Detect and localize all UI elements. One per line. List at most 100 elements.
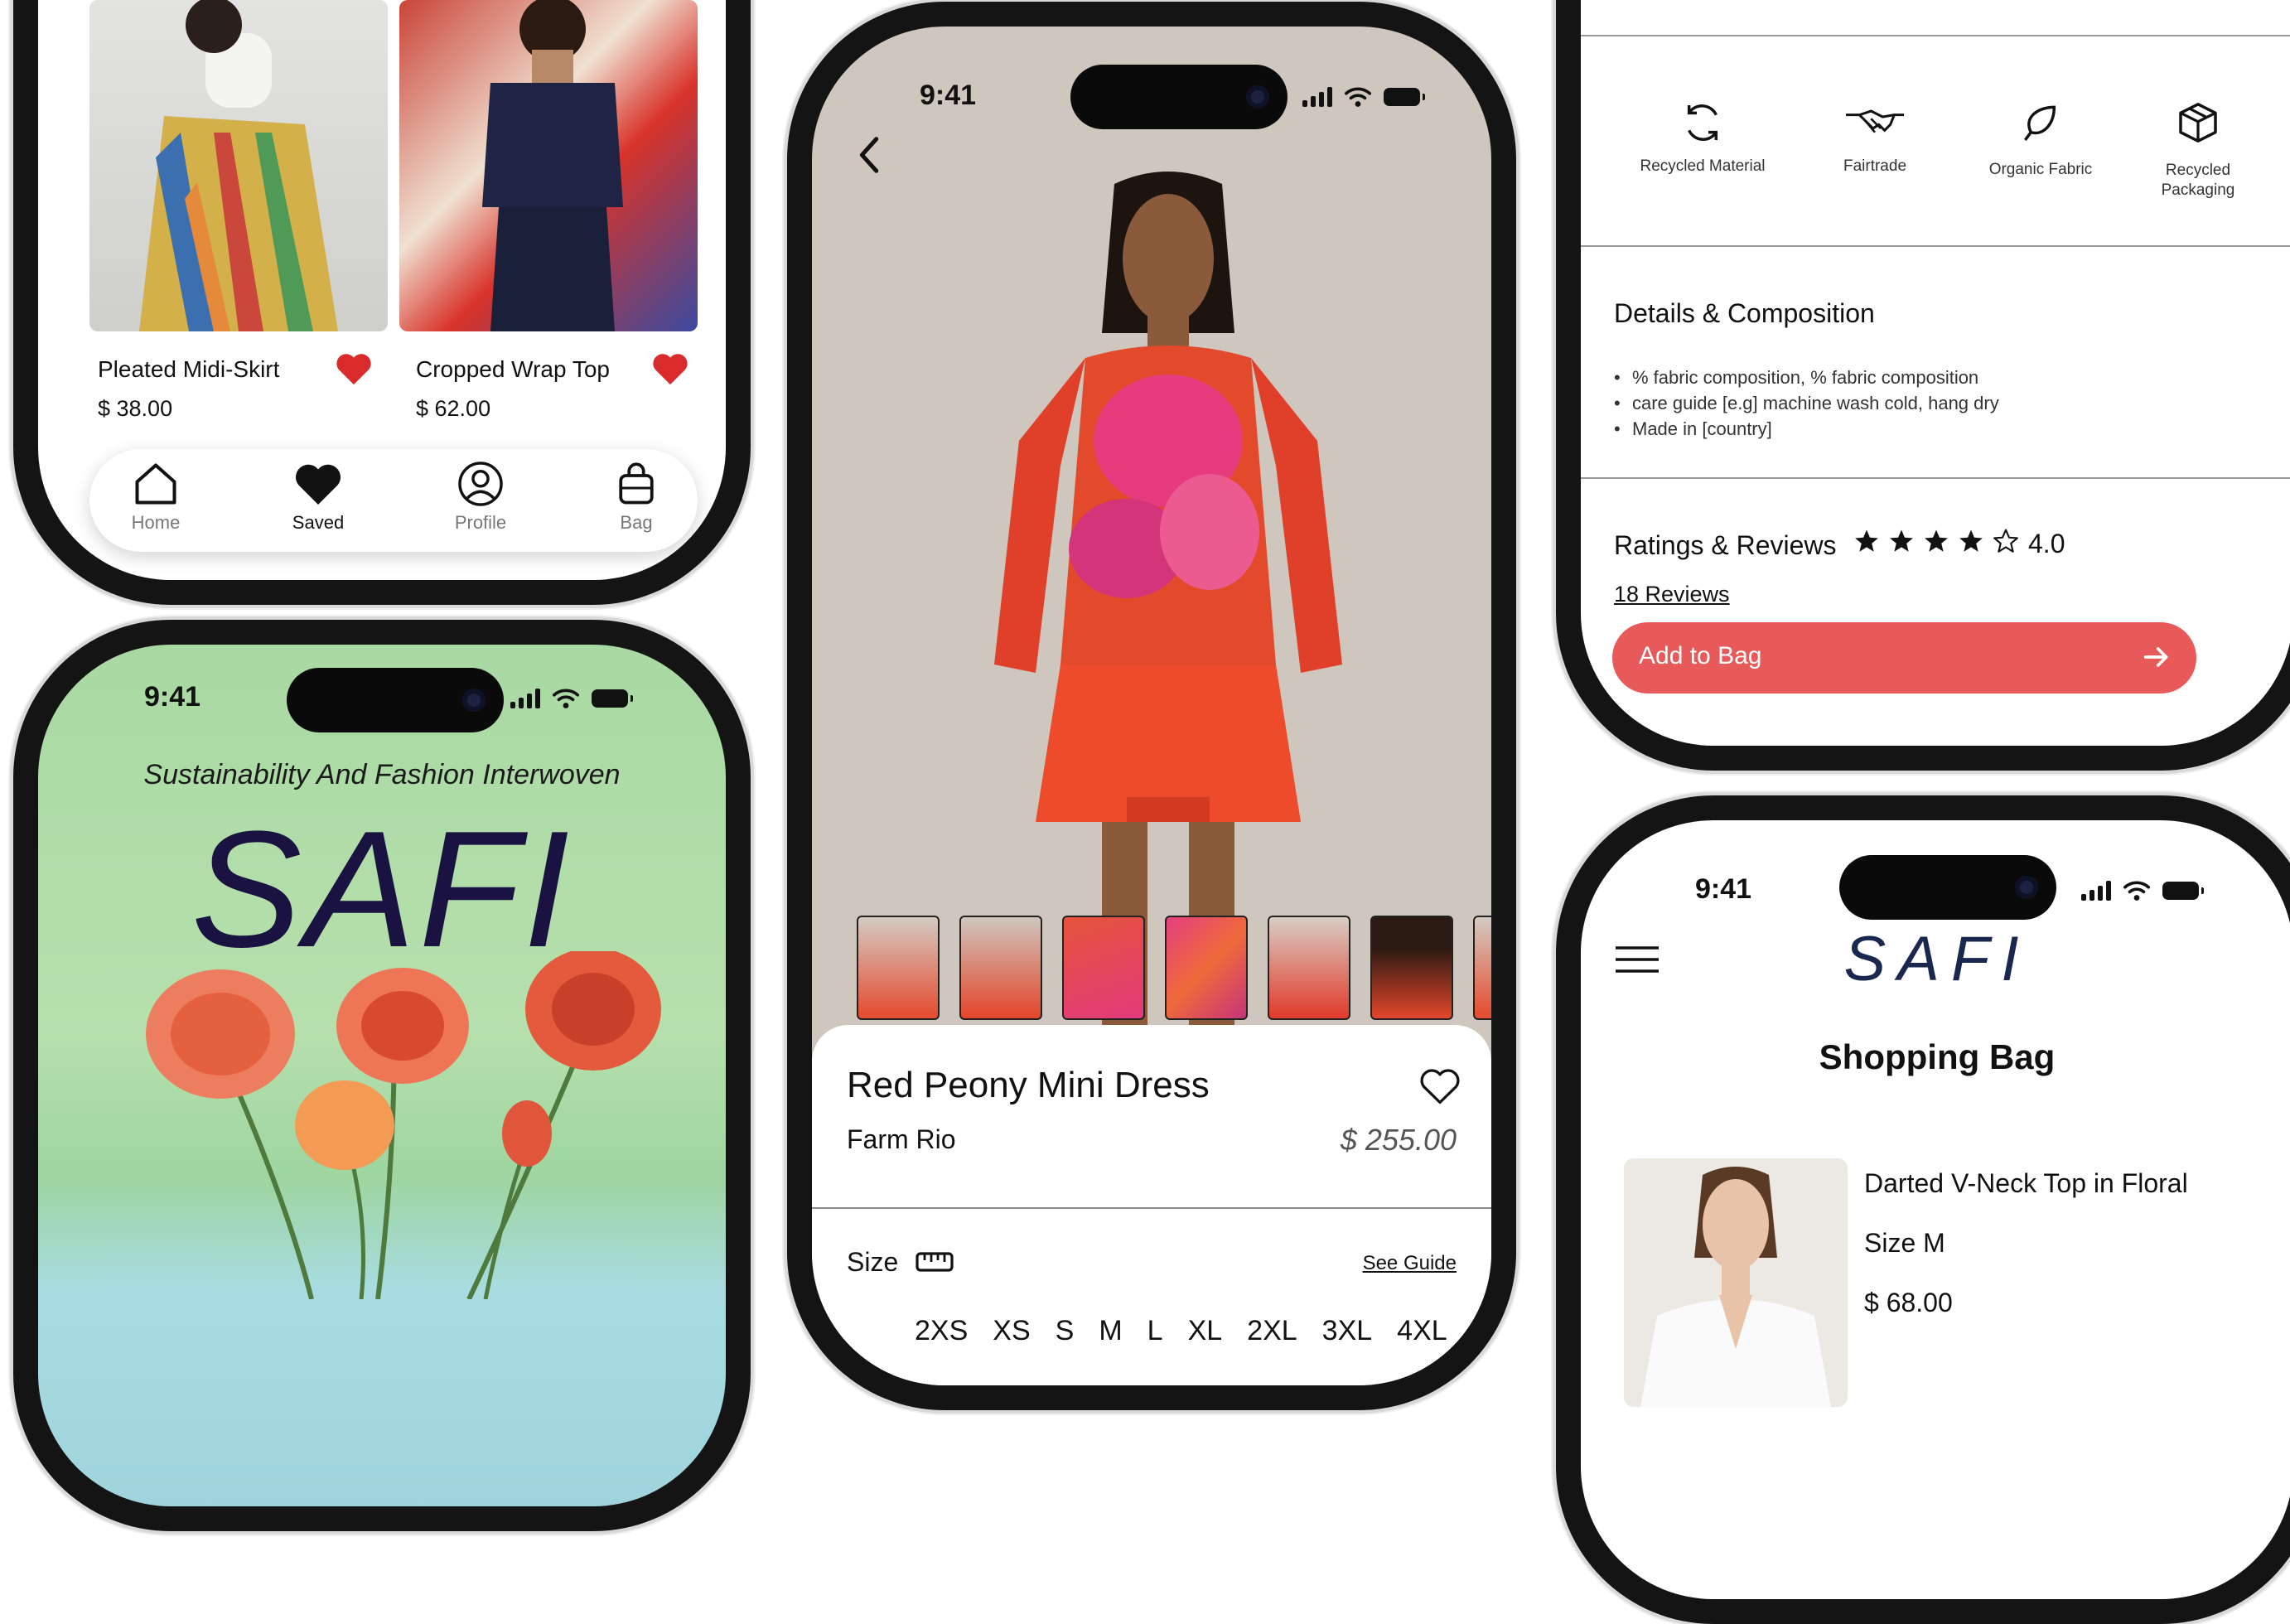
thumbnail[interactable] <box>959 916 1042 1020</box>
size-label: Size <box>847 1247 899 1277</box>
product-image-top[interactable] <box>399 0 698 331</box>
star-rating <box>1853 527 2020 555</box>
add-to-bag-button[interactable]: Add to Bag <box>1612 622 2196 694</box>
heart-icon <box>293 459 343 509</box>
bag-screen: 9:41 SAFI Shopping Bag Darted V-Neck Top… <box>1581 820 2290 1599</box>
details-screen: Recycled Material Fairtrade Organic Fabr… <box>1581 0 2290 746</box>
thumbnail[interactable] <box>1165 916 1248 1020</box>
thumbnail-strip <box>857 916 1491 1020</box>
size-option[interactable]: 2XS <box>915 1315 968 1347</box>
star-outline-icon <box>1992 527 2020 555</box>
product-price: $ 62.00 <box>416 396 491 421</box>
saved-screen: Pleated Midi-Skirt $ 38.00 Cropped Wrap … <box>38 0 726 580</box>
status-icons <box>510 688 633 709</box>
battery-icon <box>1384 88 1425 106</box>
nav-label: Home <box>131 512 181 533</box>
nav-bag[interactable]: Bag <box>603 459 669 534</box>
dynamic-island <box>1070 65 1288 129</box>
size-option[interactable]: 2XL <box>1247 1315 1297 1347</box>
add-to-bag-label: Add to Bag <box>1639 642 1762 669</box>
see-guide-link[interactable]: See Guide <box>1363 1252 1457 1275</box>
leaf-icon <box>2017 99 2064 146</box>
tagline: Sustainability And Fashion Interwoven <box>143 759 621 790</box>
thumbnail[interactable] <box>1062 916 1145 1020</box>
dynamic-island <box>287 668 504 732</box>
size-option[interactable]: L <box>1147 1315 1163 1347</box>
details-list: •% fabric composition, % fabric composit… <box>1614 365 1999 442</box>
nav-saved[interactable]: Saved <box>285 459 351 534</box>
heart-icon[interactable] <box>651 351 689 386</box>
bag-item-price: $ 68.00 <box>1864 1288 1953 1317</box>
nav-profile[interactable]: Profile <box>447 459 514 534</box>
list-item: • care guide [e.g] machine wash cold, han… <box>1614 393 1999 413</box>
divider <box>812 1207 1491 1209</box>
profile-icon <box>456 459 505 509</box>
size-option[interactable]: M <box>1099 1315 1122 1347</box>
size-option[interactable]: 3XL <box>1322 1315 1373 1347</box>
divider <box>1581 35 2290 36</box>
divider <box>1581 245 2290 247</box>
status-icons <box>1302 86 1425 108</box>
bag-phone: 9:41 SAFI Shopping Bag Darted V-Neck Top… <box>1556 795 2290 1624</box>
battery-icon <box>592 689 633 708</box>
brand: Farm Rio <box>847 1124 956 1154</box>
camera-icon <box>462 689 486 712</box>
product-phone: 9:41 Red Peony Mini Dress Farm Rio $ 255… <box>787 2 1516 1410</box>
heart-outline-icon[interactable] <box>1418 1066 1461 1106</box>
reviews-link[interactable]: 18 Reviews <box>1614 582 1730 607</box>
thumbnail[interactable] <box>857 916 940 1020</box>
badge-label: Fairtrade <box>1843 157 1907 175</box>
badge-recycled-material: Recycled Material <box>1624 99 1781 176</box>
details-title: Details & Composition <box>1614 298 1875 328</box>
bottom-nav: Home Saved Profile Bag <box>89 449 698 552</box>
ratings-title: Ratings & Reviews <box>1614 530 1837 560</box>
product-price: $ 38.00 <box>98 396 173 421</box>
bag-item-image[interactable] <box>1624 1158 1848 1407</box>
size-option[interactable]: XL <box>1188 1315 1223 1347</box>
product-title: Red Peony Mini Dress <box>847 1065 1210 1105</box>
page-title: Shopping Bag <box>1819 1037 2056 1076</box>
battery-icon <box>2162 882 2204 900</box>
divider <box>1581 477 2290 479</box>
splash-phone: 9:41 Sustainability And Fashion Interwov… <box>13 620 751 1531</box>
nav-label: Bag <box>620 512 653 533</box>
price: $ 255.00 <box>1340 1123 1457 1157</box>
thumbnail[interactable] <box>1268 916 1350 1020</box>
size-option[interactable]: XS <box>993 1315 1030 1347</box>
product-name: Cropped Wrap Top <box>416 356 610 382</box>
size-option[interactable]: S <box>1056 1315 1075 1347</box>
product-screen: 9:41 Red Peony Mini Dress Farm Rio $ 255… <box>812 27 1491 1385</box>
camera-icon <box>2015 876 2038 899</box>
nav-home[interactable]: Home <box>123 459 189 534</box>
recycle-icon <box>1679 99 1726 146</box>
status-time: 9:41 <box>920 80 977 111</box>
badge-organic-fabric: Organic Fabric <box>1970 99 2111 179</box>
star-filled-icon <box>1957 527 1985 555</box>
badge-label: Recycled Packaging <box>2161 162 2235 199</box>
badge-label: Organic Fabric <box>1988 161 2093 178</box>
back-icon[interactable] <box>853 134 887 176</box>
product-name: Pleated Midi-Skirt <box>98 356 280 382</box>
thumbnail[interactable] <box>1473 916 1491 1020</box>
arrow-right-icon <box>2140 640 2173 674</box>
signal-icon <box>510 689 540 708</box>
signal-icon <box>2081 881 2111 901</box>
details-phone: Recycled Material Fairtrade Organic Fabr… <box>1556 0 2290 771</box>
thumbnail[interactable] <box>1370 916 1453 1020</box>
nav-label: Saved <box>292 512 345 533</box>
handshake-icon <box>1842 99 1908 146</box>
bag-icon <box>611 459 661 509</box>
saved-phone: Pleated Midi-Skirt $ 38.00 Cropped Wrap … <box>13 0 751 605</box>
heart-icon[interactable] <box>335 351 373 386</box>
bag-item-size: Size M <box>1864 1228 1945 1258</box>
wifi-icon <box>2123 880 2151 901</box>
product-image-skirt[interactable] <box>89 0 388 331</box>
status-icons <box>2081 880 2204 901</box>
star-filled-icon <box>1853 527 1881 555</box>
status-time: 9:41 <box>1695 873 1752 905</box>
home-icon <box>131 459 181 509</box>
size-option[interactable]: 4XL <box>1397 1315 1447 1347</box>
splash-screen: 9:41 Sustainability And Fashion Interwov… <box>38 645 726 1506</box>
size-options: 2XS XS S M L XL 2XL 3XL 4XL <box>915 1315 1447 1347</box>
list-item: •% fabric composition, % fabric composit… <box>1614 367 1979 388</box>
